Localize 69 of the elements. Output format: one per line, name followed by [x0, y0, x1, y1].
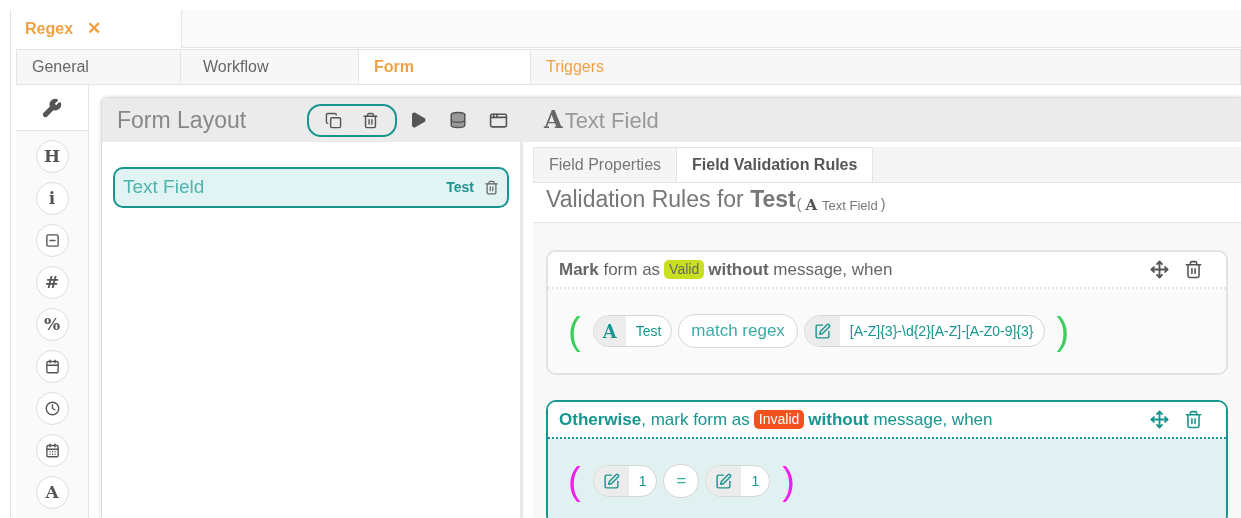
value-chip[interactable]: 1: [705, 465, 771, 497]
rule-card[interactable]: Mark form as Valid without message, when ( A Test match regex [A-Z]{3}-\d{2}[A-Z]-[A-Z0-9]{3} ): [546, 250, 1228, 375]
edit-icon: [715, 472, 733, 490]
toolbox-button[interactable]: i: [35, 182, 69, 215]
toolbox-button[interactable]: [35, 392, 69, 425]
group-close-paren: ): [782, 462, 795, 500]
rule-text: without message, when: [708, 258, 894, 281]
delete-icon[interactable]: [1184, 260, 1203, 279]
move-icon[interactable]: [1150, 260, 1169, 279]
heading-field-type: Text Field: [822, 196, 878, 215]
value-text: [A-Z]{3}-\d{2}[A-Z]-[A-Z0-9]{3}: [848, 321, 1035, 341]
rule-card[interactable]: Otherwise, mark form as Invalid without message, when ( 1 = 1 ): [546, 400, 1228, 518]
edit-icon: [813, 322, 831, 340]
delete-icon[interactable]: [484, 180, 499, 195]
field-type-glyph: A: [805, 194, 818, 216]
clock-icon: [44, 401, 60, 416]
tab[interactable]: Triggers: [531, 49, 1241, 84]
toolbox-button[interactable]: #: [35, 266, 69, 299]
minus-square-icon: [44, 233, 60, 248]
group-open-paren: (: [568, 462, 581, 500]
wrench-icon[interactable]: [42, 97, 62, 118]
item-name: Test: [446, 178, 474, 197]
calendar-icon: [44, 359, 60, 374]
play-icon[interactable]: [409, 111, 427, 129]
edit-icon: [602, 472, 620, 490]
item-label: Text Field: [123, 175, 206, 200]
value-text: 1: [750, 471, 761, 491]
toolbox-button[interactable]: [35, 350, 69, 383]
document-tab-title: Regex: [25, 19, 74, 39]
move-icon[interactable]: [1150, 410, 1169, 429]
group-open-paren: (: [568, 312, 581, 350]
field-type-glyph: A: [544, 104, 563, 136]
field-title: Text Field: [564, 106, 659, 135]
panel-title: Form Layout: [117, 105, 248, 135]
heading-close-paren: ): [880, 195, 886, 214]
operator-chip[interactable]: match regex: [678, 314, 798, 348]
form-item[interactable]: Text Field Test: [113, 167, 509, 208]
field-type-glyph: A: [593, 316, 626, 346]
tab[interactable]: General: [16, 49, 181, 84]
copy-icon[interactable]: [325, 111, 342, 129]
value-chip[interactable]: 1: [592, 465, 658, 497]
toolbox-button[interactable]: [35, 434, 69, 467]
rule-text: Mark form as: [559, 258, 661, 281]
window-icon[interactable]: [489, 110, 508, 130]
tab[interactable]: Field Validation Rules: [677, 147, 874, 182]
tab[interactable]: Workflow: [181, 49, 359, 84]
tab[interactable]: Field Properties: [533, 147, 678, 182]
toolbox-button[interactable]: %: [35, 308, 69, 341]
rules-heading: Validation Rules for Test: [546, 184, 796, 214]
toolbox-button[interactable]: A: [35, 476, 69, 509]
calendar-grid-icon: [44, 443, 60, 458]
delete-icon[interactable]: [1184, 410, 1203, 429]
status-badge: Valid: [664, 260, 705, 279]
heading-open-paren: (: [796, 195, 802, 214]
close-icon[interactable]: ✕: [87, 16, 102, 42]
status-badge: Invalid: [753, 410, 805, 429]
toolbox-button[interactable]: [35, 224, 69, 257]
rule-text: without message, when: [808, 408, 994, 431]
field-name: Test: [634, 321, 663, 341]
database-icon[interactable]: [449, 111, 467, 129]
value-chip[interactable]: [A-Z]{3}-\d{2}[A-Z]-[A-Z0-9]{3}: [803, 315, 1045, 347]
toolbox-button[interactable]: H: [35, 140, 69, 173]
operator-chip[interactable]: =: [663, 464, 700, 498]
rule-text: Otherwise, mark form as: [559, 408, 750, 431]
delete-icon[interactable]: [362, 111, 379, 129]
group-close-paren: ): [1056, 312, 1070, 350]
field-chip[interactable]: A Test: [592, 315, 673, 347]
tab[interactable]: Form: [359, 49, 531, 84]
value-text: 1: [637, 471, 648, 491]
